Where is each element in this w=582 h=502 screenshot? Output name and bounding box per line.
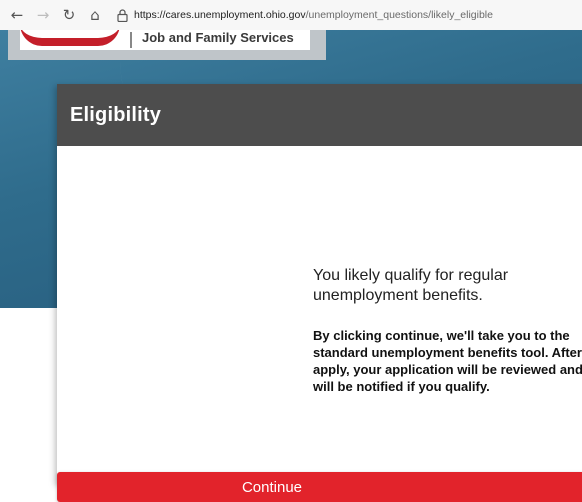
ohio-logo-mark [20, 30, 120, 46]
back-icon[interactable]: ← [4, 2, 30, 28]
forward-icon[interactable]: → [30, 2, 56, 28]
home-icon[interactable]: ⌂ [82, 2, 108, 28]
modal-title: Eligibility [70, 103, 162, 126]
eligibility-modal: Eligibility You likely qualify for regul… [57, 84, 582, 502]
modal-body: You likely qualify for regular unemploym… [57, 146, 582, 502]
url-path: /unemployment_questions/likely_eligible [305, 9, 493, 21]
logo-text: Job and Family Services [142, 30, 294, 45]
eligibility-detail-text: By clicking continue, we'll take you to … [313, 328, 582, 394]
continue-button[interactable]: Continue [57, 472, 582, 502]
continue-button-label: Continue [241, 478, 303, 496]
modal-header: Eligibility [57, 84, 582, 146]
eligibility-lead-text: You likely qualify for regular unemploym… [313, 267, 509, 304]
lock-icon[interactable] [114, 7, 130, 23]
logo-divider [130, 32, 132, 48]
browser-toolbar: ← → ↻ ⌂ https://cares.unemployment.ohio.… [0, 0, 582, 31]
logo-bar: Job and Family Services [8, 30, 326, 60]
site-logo[interactable]: Job and Family Services [20, 30, 310, 50]
url-host: https://cares.unemployment.ohio.gov [134, 9, 306, 21]
address-bar[interactable]: https://cares.unemployment.ohio.gov/unem… [134, 9, 493, 21]
reload-icon[interactable]: ↻ [56, 2, 82, 28]
